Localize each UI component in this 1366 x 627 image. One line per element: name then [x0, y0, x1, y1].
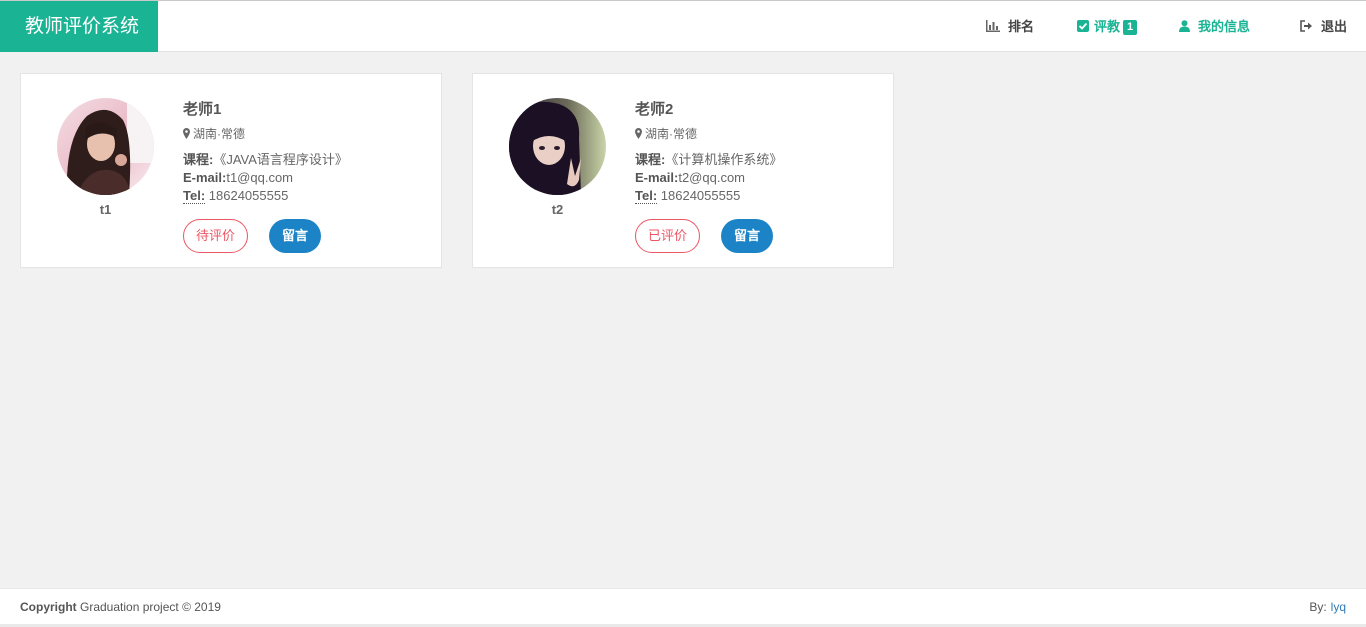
- teacher-course: 课程:《JAVA语言程序设计》: [183, 151, 433, 169]
- message-button[interactable]: 留言: [269, 219, 322, 253]
- teacher-tel: Tel: 18624055555: [183, 187, 433, 205]
- email-label: E-mail:: [635, 170, 679, 185]
- teacher-info: 老师2 湖南·常德 课程:《计算机操作系统》 E-mail:t2@qq.com …: [635, 98, 885, 205]
- nav-my-info[interactable]: 我的信息: [1179, 1, 1250, 52]
- teacher-info: 老师1 湖南·常德 课程:《JAVA语言程序设计》 E-mail:t1@qq.c…: [183, 98, 433, 205]
- app-title[interactable]: 教师评价系统: [0, 1, 158, 52]
- teacher-name: 老师1: [183, 101, 222, 118]
- nav-ranking-label: 排名: [1008, 19, 1035, 34]
- footer: Copyright Graduation project © 2019 By: l…: [0, 588, 1366, 624]
- evaluate-status-button[interactable]: 待评价: [183, 219, 249, 253]
- author-link[interactable]: lyq: [1331, 600, 1346, 614]
- course-value: 《计算机操作系统》: [665, 152, 783, 167]
- teacher-username: t2: [551, 202, 564, 217]
- copyright: Copyright Graduation project © 2019: [20, 600, 221, 614]
- evaluate-status-button[interactable]: 已评价: [635, 219, 701, 253]
- course-label: 课程:: [183, 152, 214, 167]
- teacher-location-text: 湖南·常德: [193, 127, 245, 141]
- teacher-email: E-mail:t2@qq.com: [635, 169, 885, 187]
- author-credit: By: lyq: [1309, 589, 1346, 625]
- email-label: E-mail:: [183, 170, 227, 185]
- message-button[interactable]: 留言: [721, 219, 774, 253]
- copyright-text: Graduation project © 2019: [76, 600, 221, 614]
- course-value: 《JAVA语言程序设计》: [213, 152, 348, 167]
- teacher-location-text: 湖南·常德: [645, 127, 697, 141]
- pending-count-badge: 1: [1123, 20, 1138, 35]
- teacher-avatar: [509, 98, 606, 195]
- nav-ranking[interactable]: 排名: [986, 1, 1034, 52]
- teacher-name: 老师2: [635, 101, 674, 118]
- tel-value: 18624055555: [657, 188, 741, 203]
- teacher-card: t2 老师2 湖南·常德 课程:《计算机操作系统》 E-mail:t2@qq.c…: [472, 73, 894, 268]
- copyright-bold: Copyright: [20, 600, 77, 614]
- teacher-avatar: [57, 98, 154, 195]
- map-marker-icon: [183, 128, 190, 139]
- tel-label: Tel:: [635, 188, 658, 204]
- teacher-email: E-mail:t1@qq.com: [183, 169, 433, 187]
- teacher-username: t1: [99, 202, 112, 217]
- nav-evaluate-label: 评教: [1094, 19, 1121, 34]
- nav-my-info-label: 我的信息: [1198, 19, 1251, 34]
- teacher-location: 湖南·常德: [635, 125, 885, 141]
- nav-logout[interactable]: 退出: [1300, 1, 1347, 52]
- nav-logout-label: 退出: [1321, 19, 1348, 34]
- teacher-course: 课程:《计算机操作系统》: [635, 151, 885, 169]
- by-label: By:: [1309, 600, 1327, 614]
- nav-evaluate[interactable]: 评教 1: [1077, 1, 1138, 53]
- tel-value: 18624055555: [205, 188, 289, 203]
- map-marker-icon: [635, 128, 642, 139]
- course-label: 课程:: [635, 152, 666, 167]
- sign-out-icon: [1300, 2, 1313, 53]
- tel-label: Tel:: [183, 188, 206, 204]
- teacher-location: 湖南·常德: [183, 125, 433, 141]
- teacher-tel: Tel: 18624055555: [635, 187, 885, 205]
- email-value: t2@qq.com: [678, 170, 746, 185]
- bar-chart-icon: [986, 2, 1000, 53]
- user-icon: [1179, 2, 1190, 53]
- top-navbar: 教师评价系统 排名 评教 1 我的信息 退出: [0, 0, 1366, 52]
- check-square-icon: [1077, 2, 1089, 53]
- teacher-card: t1 老师1 湖南·常德 课程:《JAVA语言程序设计》 E-mail:t1@q…: [20, 73, 442, 268]
- email-value: t1@qq.com: [226, 170, 294, 185]
